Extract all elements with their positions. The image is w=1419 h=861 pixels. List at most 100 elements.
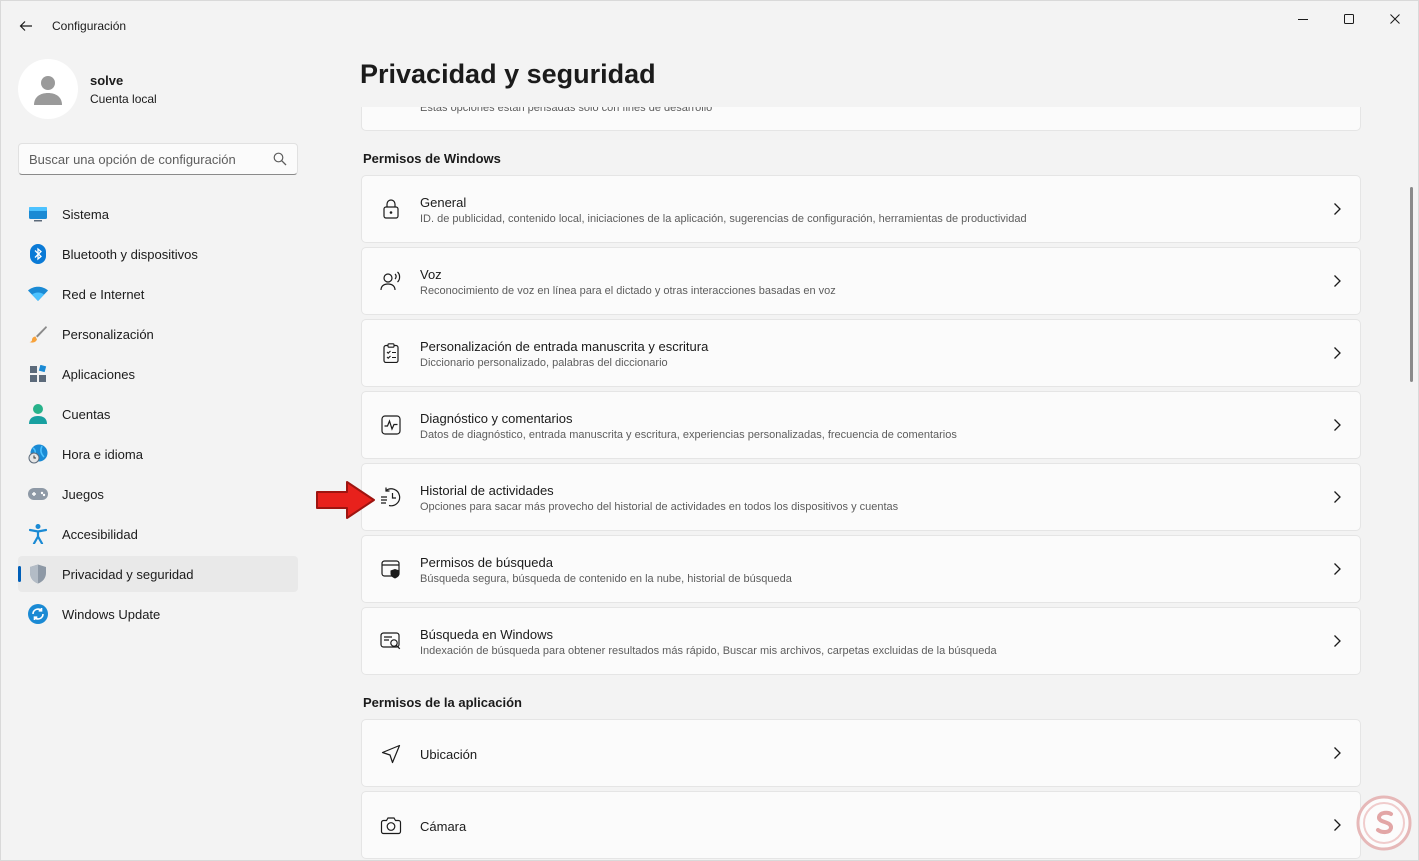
section-windows-permissions: Permisos de Windows [363,151,501,166]
card-title: Búsqueda en Windows [420,627,553,642]
card-description: Búsqueda segura, búsqueda de contenido e… [420,573,792,585]
apps-icon [28,364,48,384]
card-searching-windows[interactable]: Búsqueda en Windows Indexación de búsque… [361,607,1361,675]
card-search-permissions[interactable]: Permisos de búsqueda Búsqueda segura, bú… [361,535,1361,603]
sidebar-item-label: Hora e idioma [62,446,143,462]
sidebar-item-windows-update[interactable]: Windows Update [18,596,298,632]
chevron-right-icon [1334,203,1341,215]
brush-icon [28,324,48,344]
sidebar-item-label: Juegos [62,486,104,502]
chevron-right-icon [1334,635,1341,647]
sidebar-item-label: Personalización [62,326,154,342]
card-text: Personalización de entrada manuscrita y … [420,338,708,371]
sidebar-item-sistema[interactable]: Sistema [18,196,298,232]
user-profile[interactable]: solve Cuenta local [18,59,157,119]
person-icon [28,404,48,424]
maximize-icon [1344,14,1354,24]
back-button[interactable] [11,11,41,41]
card-title: Voz [420,267,442,282]
card-title: Diagnóstico y comentarios [420,411,573,426]
sidebar-item-label: Red e Internet [62,286,145,302]
card-description: Datos de diagnóstico, entrada manuscrita… [420,429,957,441]
back-arrow-icon [19,21,32,31]
camera-icon [380,815,402,837]
pulse-icon [380,414,402,436]
sidebar-item-label: Bluetooth y dispositivos [62,246,198,262]
sidebar-item-label: Sistema [62,206,109,222]
card-text: Historial de actividades Opciones para s… [420,482,898,515]
card-description: Opciones para sacar más provecho del his… [420,501,899,513]
sidebar-item-personalizacion[interactable]: Personalización [18,316,298,352]
card-title: Permisos de búsqueda [420,555,553,570]
settings-content: Estas opciones están pensadas solo con f… [361,107,1361,860]
card-location[interactable]: Ubicación [361,719,1361,787]
profile-account-type: Cuenta local [90,91,157,106]
card-text: Cámara [420,818,466,835]
card-text: Ubicación [420,746,477,763]
chevron-right-icon [1334,275,1341,287]
avatar [18,59,78,119]
profile-text: solve Cuenta local [90,72,157,107]
card-title: Personalización de entrada manuscrita y … [420,339,709,354]
sidebar-item-cuentas[interactable]: Cuentas [18,396,298,432]
sidebar-item-label: Windows Update [62,606,161,622]
close-button[interactable] [1372,1,1418,37]
card-description: ID. de publicidad, contenido local, inic… [420,213,1027,225]
developer-card-partial[interactable]: Estas opciones están pensadas solo con f… [361,107,1361,131]
card-text: Estas opciones están pensadas solo con f… [420,107,712,116]
sidebar-nav: Sistema Bluetooth y dispositivos Red e I… [18,196,298,636]
card-text: Diagnóstico y comentarios Datos de diagn… [420,410,957,443]
search-input[interactable] [29,151,273,167]
update-icon [28,604,48,624]
history-icon [380,486,402,508]
card-activity-history[interactable]: Historial de actividades Opciones para s… [361,463,1361,531]
settings-window: Configuración solve Cuenta local Buscar … [0,0,1419,861]
sidebar-item-accesibilidad[interactable]: Accesibilidad [18,516,298,552]
sidebar-item-label: Privacidad y seguridad [62,566,194,582]
sidebar-item-privacidad[interactable]: Privacidad y seguridad [18,556,298,592]
card-general[interactable]: General ID. de publicidad, contenido loc… [361,175,1361,243]
card-inking-typing[interactable]: Personalización de entrada manuscrita y … [361,319,1361,387]
card-title: Ubicación [420,747,478,762]
chevron-right-icon [1334,491,1341,503]
sidebar-item-bluetooth[interactable]: Bluetooth y dispositivos [18,236,298,272]
wifi-icon [28,284,48,304]
window-controls [1280,1,1418,37]
section-app-permissions: Permisos de la aplicación [363,695,522,710]
card-diagnostics[interactable]: Diagnóstico y comentarios Datos de diagn… [361,391,1361,459]
close-icon [1390,14,1400,24]
app-title: Configuración [52,19,127,33]
card-voz[interactable]: Voz Reconocimiento de voz en línea para … [361,247,1361,315]
bluetooth-icon [28,244,48,264]
search-icon[interactable] [273,152,287,166]
title-bar: Configuración [1,1,1418,51]
lock-icon [380,198,402,220]
sidebar-item-label: Accesibilidad [62,526,138,542]
page-title: Privacidad y seguridad [360,59,656,89]
chevron-right-icon [1334,747,1341,759]
scrollbar-thumb[interactable] [1410,187,1413,382]
card-text: Búsqueda en Windows Indexación de búsque… [420,626,997,659]
globe-clock-icon [28,444,48,464]
watermark-logo-icon [1356,795,1412,851]
profile-name: solve [90,72,124,88]
minimize-button[interactable] [1280,1,1326,37]
sidebar-item-label: Cuentas [62,406,111,422]
sidebar-item-hora[interactable]: Hora e idioma [18,436,298,472]
card-description: Indexación de búsqueda para obtener resu… [420,645,997,657]
sidebar-item-red[interactable]: Red e Internet [18,276,298,312]
sidebar-item-juegos[interactable]: Juegos [18,476,298,512]
location-icon [380,743,402,765]
accessibility-icon [28,524,48,544]
red-pointer-arrow-icon [316,481,375,519]
card-camera[interactable]: Cámara [361,791,1361,859]
maximize-button[interactable] [1326,1,1372,37]
gamepad-icon [28,484,48,504]
minimize-icon [1298,19,1308,20]
card-description: Diccionario personalizado, palabras del … [420,357,668,369]
sidebar-item-aplicaciones[interactable]: Aplicaciones [18,356,298,392]
chevron-right-icon [1334,347,1341,359]
card-description: Estas opciones están pensadas solo con f… [420,107,713,114]
search-box [18,143,298,175]
card-title: General [420,195,467,210]
